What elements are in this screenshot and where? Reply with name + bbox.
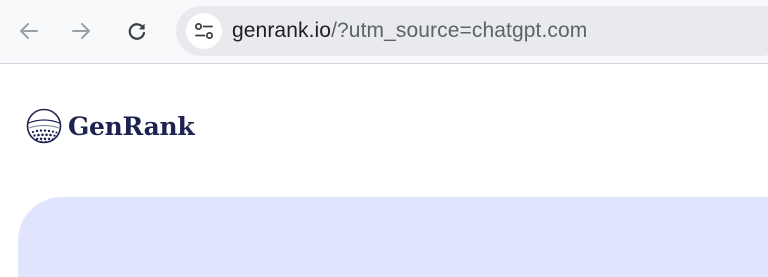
site-info-button[interactable]	[186, 13, 222, 49]
arrow-right-icon	[72, 23, 90, 39]
tune-icon	[195, 23, 213, 39]
arrow-left-icon	[20, 23, 38, 39]
url-path: /?utm_source=chatgpt.com	[331, 19, 588, 42]
browser-toolbar: genrank.io/?utm_source=chatgpt.com	[0, 0, 768, 64]
forward-button[interactable]	[64, 12, 98, 50]
url-text[interactable]: genrank.io/?utm_source=chatgpt.com	[232, 6, 587, 56]
address-bar[interactable]: genrank.io/?utm_source=chatgpt.com	[176, 6, 768, 56]
reload-button[interactable]	[120, 12, 154, 50]
site-logo[interactable]: GenRank	[24, 104, 195, 148]
back-button[interactable]	[12, 12, 46, 50]
logo-text: GenRank	[68, 111, 195, 141]
reload-icon	[128, 23, 146, 40]
globe-dots-icon	[26, 108, 62, 144]
url-host: genrank.io	[232, 19, 332, 42]
hero-section	[18, 197, 768, 277]
